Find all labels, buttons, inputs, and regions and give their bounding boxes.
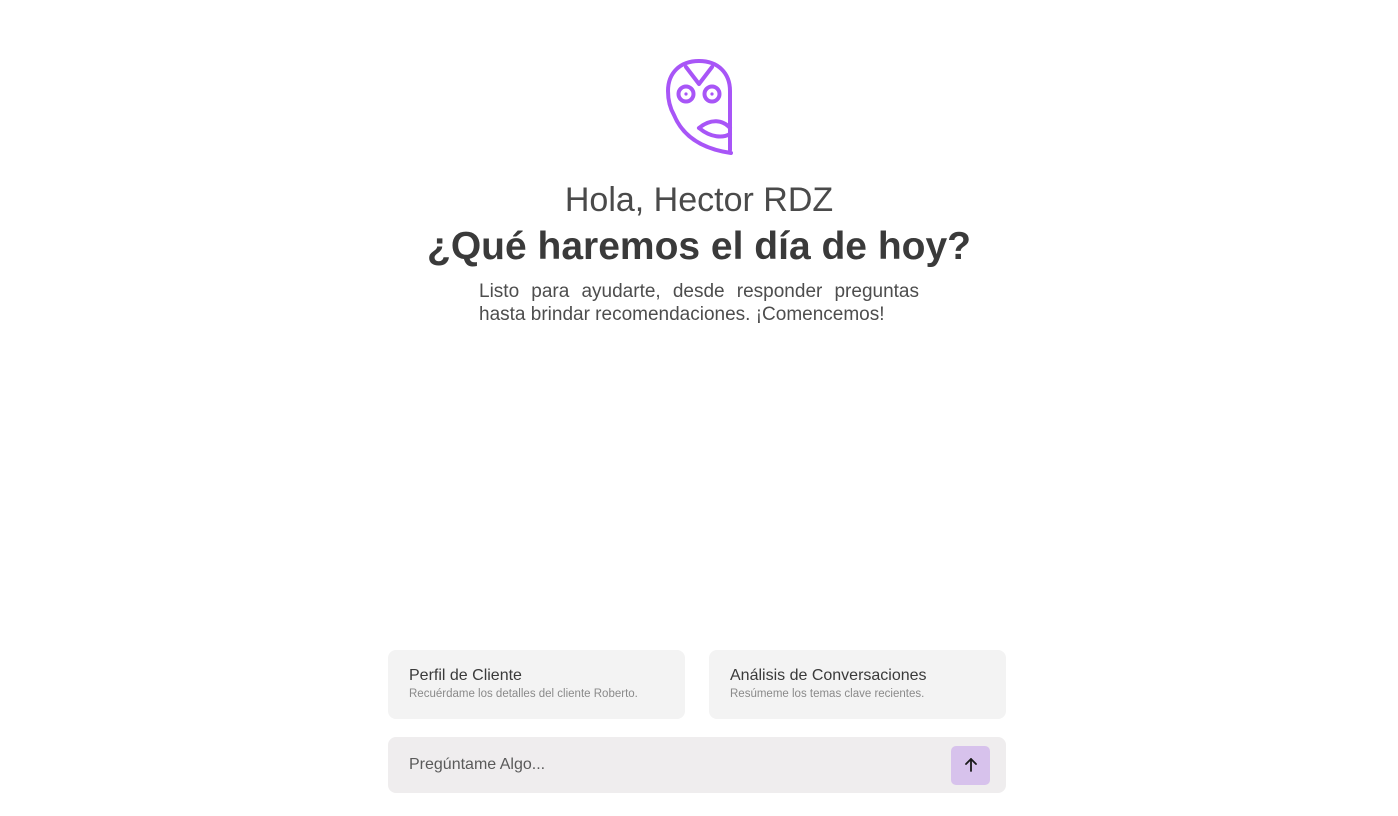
suggestion-card-analisis-conversaciones[interactable]: Análisis de Conversaciones Resúmeme los …	[709, 650, 1006, 719]
suggestion-card-description: Recuérdame los detalles del cliente Robe…	[409, 688, 638, 700]
hero-section: Hola, Hector RDZ ¿Qué haremos el día de …	[0, 58, 1398, 326]
owl-logo-icon	[666, 59, 733, 155]
subtitle-text: Listo para ayudarte, desde responder pre…	[479, 281, 919, 325]
greeting-text: Hola, Hector RDZ	[564, 181, 834, 219]
suggestion-card-perfil-cliente[interactable]: Perfil de Cliente Recuérdame los detalle…	[388, 650, 685, 719]
suggestion-card-description: Resúmeme los temas clave recientes.	[730, 688, 925, 700]
send-button[interactable]	[951, 745, 990, 785]
chat-home: Hola, Hector RDZ ¿Qué haremos el día de …	[0, 0, 1398, 816]
arrow-up-icon	[964, 758, 977, 772]
suggestion-cards: Perfil de Cliente Recuérdame los detalle…	[388, 650, 1006, 719]
message-input[interactable]	[409, 756, 951, 774]
suggestion-card-title: Análisis de Conversaciones	[730, 667, 927, 684]
suggestion-card-title: Perfil de Cliente	[409, 667, 522, 684]
page-title: ¿Qué haremos el día de hoy?	[427, 225, 971, 268]
message-composer	[388, 737, 1006, 793]
